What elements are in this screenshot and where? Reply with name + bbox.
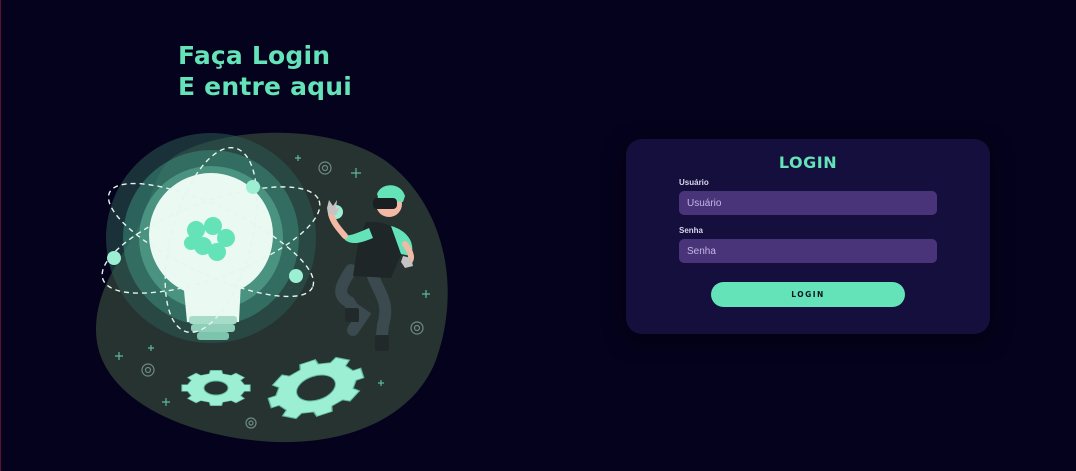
title-line-1: Faça Login (178, 41, 331, 70)
password-label: Senha (679, 226, 704, 235)
login-card: LOGIN Usuário Senha LOGIN (626, 139, 990, 334)
page-title: Faça Login E entre aqui (178, 40, 352, 102)
username-input[interactable] (679, 191, 937, 215)
username-label: Usuário (679, 178, 709, 187)
login-button[interactable]: LOGIN (711, 282, 905, 307)
login-illustration (91, 130, 461, 450)
lightbulb-icon (106, 133, 316, 343)
title-line-2: E entre aqui (178, 72, 353, 101)
login-title: LOGIN (778, 153, 838, 172)
password-input[interactable] (679, 239, 937, 263)
